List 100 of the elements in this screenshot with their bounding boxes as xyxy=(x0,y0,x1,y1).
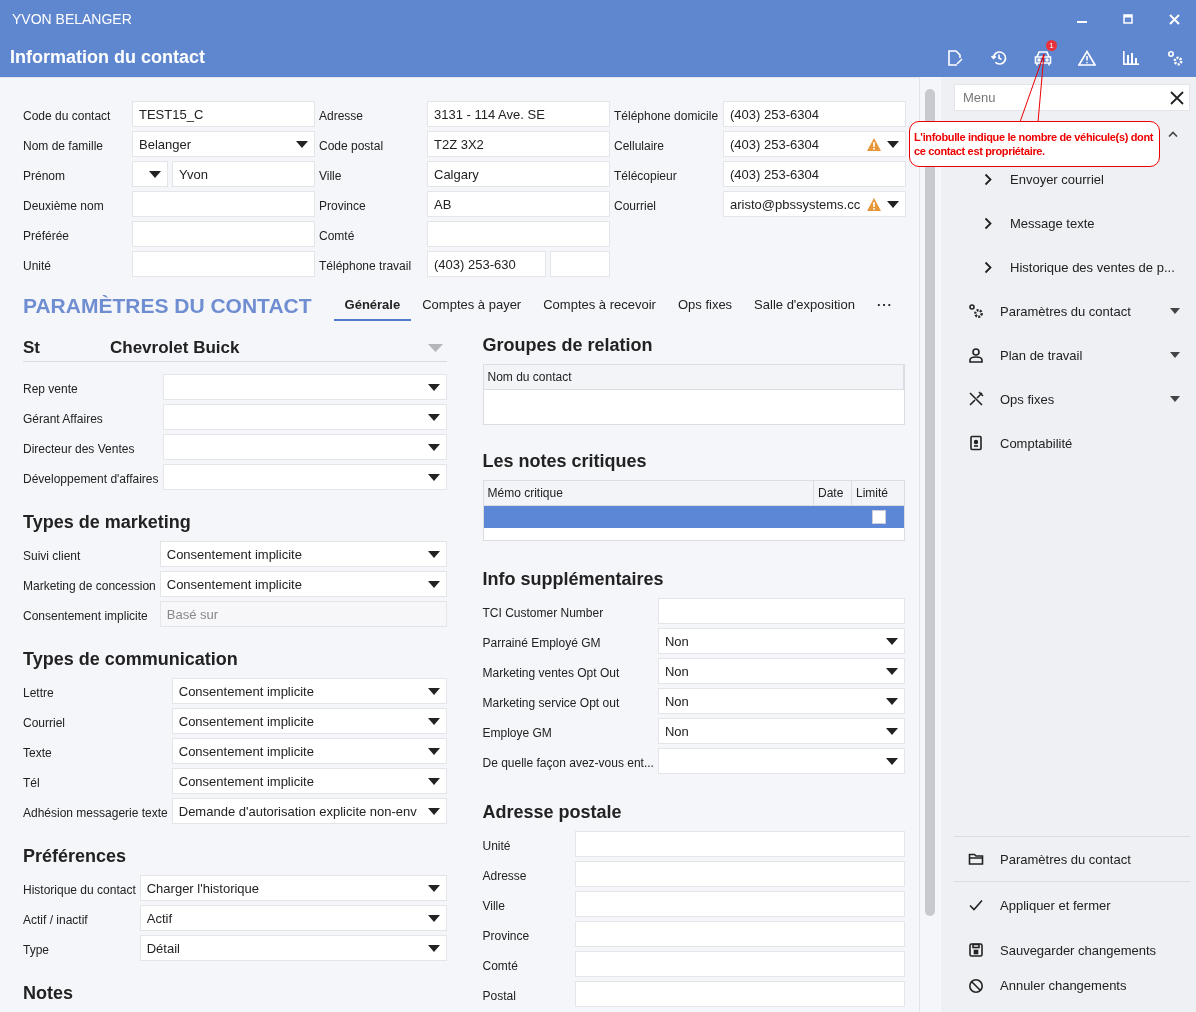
text-field[interactable] xyxy=(574,921,905,947)
checkbox[interactable] xyxy=(872,510,886,524)
menu-item[interactable]: Comptabilité xyxy=(1000,435,1073,451)
menu-item[interactable]: Historique des ventes de p... xyxy=(1010,259,1175,275)
text-field[interactable]: (403) 253-630 xyxy=(427,251,546,277)
dropdown[interactable]: (403) 253-6304 xyxy=(723,131,906,157)
text-field[interactable] xyxy=(574,891,905,917)
dropdown[interactable]: Belanger xyxy=(132,131,315,157)
text-field[interactable]: Basé sur xyxy=(159,601,447,627)
field-label: Deuxième nom xyxy=(23,198,105,215)
caret-icon xyxy=(887,200,899,208)
bar-chart-icon[interactable] xyxy=(1122,49,1140,66)
caret-icon xyxy=(427,687,440,695)
gears-icon xyxy=(968,303,984,319)
caret-icon xyxy=(296,140,308,148)
caret-icon xyxy=(149,170,161,178)
text-field[interactable] xyxy=(427,221,610,247)
text-field[interactable] xyxy=(132,251,315,277)
field-label: Consentement implicite xyxy=(23,608,149,625)
action-button[interactable]: Appliquer et fermer xyxy=(1000,897,1111,913)
text-field[interactable]: Calgary xyxy=(427,161,610,187)
title-dropdown[interactable] xyxy=(132,161,168,187)
car-icon[interactable] xyxy=(1034,49,1052,66)
extension-field[interactable] xyxy=(550,251,610,277)
field-label: Prénom xyxy=(23,168,67,185)
text-field[interactable] xyxy=(132,191,315,217)
edit-document-icon[interactable] xyxy=(946,48,964,67)
text-field[interactable]: AB xyxy=(427,191,610,217)
close-icon[interactable] xyxy=(1170,90,1184,105)
dropdown[interactable] xyxy=(162,434,447,460)
dropdown[interactable]: Consentement implicite xyxy=(159,571,447,597)
warning-icon[interactable] xyxy=(1078,49,1096,66)
text-field[interactable] xyxy=(657,598,905,624)
dropdown[interactable]: Consentement implicite xyxy=(171,768,447,794)
dropdown[interactable]: Actif xyxy=(139,905,447,931)
text-field[interactable] xyxy=(132,221,315,247)
expand-caret-icon[interactable] xyxy=(1170,352,1180,358)
tab[interactable]: Salle d'exposition xyxy=(743,291,866,321)
caret-icon xyxy=(427,717,440,725)
dropdown[interactable]: Consentement implicite xyxy=(171,678,447,704)
maximize-icon[interactable] xyxy=(1123,14,1133,24)
dropdown[interactable]: Non xyxy=(657,658,905,684)
dropdown[interactable] xyxy=(162,404,447,430)
field-label: Adresse xyxy=(482,868,528,885)
text-field[interactable]: Yvon xyxy=(172,161,315,187)
dropdown[interactable] xyxy=(162,374,447,400)
caret-icon xyxy=(427,580,440,588)
tab[interactable]: Générale xyxy=(333,291,412,321)
dropdown[interactable]: Détail xyxy=(139,935,447,961)
action-button[interactable]: Annuler changements xyxy=(1000,978,1127,993)
menu-item[interactable]: Paramètres du contact xyxy=(1000,303,1131,319)
collapse-caret-icon[interactable] xyxy=(1168,131,1178,137)
menu-item[interactable]: Envoyer courriel xyxy=(1010,171,1104,187)
menu-item[interactable]: Ops fixes xyxy=(1000,391,1055,407)
more-button[interactable]: ··· xyxy=(865,291,904,321)
dropdown[interactable]: Consentement implicite xyxy=(171,738,447,764)
dropdown[interactable] xyxy=(657,748,905,774)
text-field[interactable] xyxy=(574,831,905,857)
text-field[interactable]: (403) 253-6304 xyxy=(723,101,906,127)
tab[interactable]: Ops fixes xyxy=(666,291,744,321)
page-title: Information du contact xyxy=(10,47,205,68)
tab[interactable]: Comptes à payer xyxy=(411,291,533,321)
text-field[interactable] xyxy=(574,861,905,887)
history-icon[interactable] xyxy=(990,48,1008,67)
tab[interactable]: Comptes à recevoir xyxy=(532,291,667,321)
expand-caret-icon[interactable] xyxy=(1170,396,1180,402)
caret-icon[interactable] xyxy=(427,344,443,352)
caret-icon xyxy=(427,777,440,785)
column-header[interactable]: Nom du contact xyxy=(483,365,904,389)
text-field[interactable]: 3131 - 114 Ave. SE xyxy=(427,101,610,127)
dropdown[interactable]: Demande d'autorisation explicite non-env xyxy=(171,798,447,824)
action-button[interactable]: Sauvegarder changements xyxy=(1000,942,1157,958)
dropdown[interactable]: Charger l'historique xyxy=(139,875,447,901)
dropdown[interactable]: aristo@pbssystems.cc xyxy=(723,191,906,217)
text-field[interactable]: TEST15_C xyxy=(132,101,315,127)
column-header[interactable]: Limité xyxy=(852,481,904,505)
expand-caret-icon[interactable] xyxy=(1170,308,1180,314)
warning-icon xyxy=(867,137,881,151)
action-button[interactable]: Paramètres du contact xyxy=(1000,851,1131,867)
text-field[interactable] xyxy=(574,981,905,1007)
dropdown[interactable]: Non xyxy=(657,688,905,714)
dropdown[interactable]: Non xyxy=(657,718,905,744)
table-row[interactable] xyxy=(483,506,904,528)
dropdown[interactable]: Consentement implicite xyxy=(159,541,447,567)
text-field[interactable]: (403) 253-6304 xyxy=(723,161,906,187)
field-label: Cellulaire xyxy=(614,138,666,155)
menu-item[interactable]: Plan de travail xyxy=(1000,347,1083,363)
field-label: Comté xyxy=(482,958,519,975)
menu-search-field[interactable]: Menu xyxy=(954,84,1190,111)
dropdown[interactable]: Non xyxy=(657,628,905,654)
menu-item[interactable]: Message texte xyxy=(1010,215,1095,231)
dropdown[interactable]: Consentement implicite xyxy=(171,708,447,734)
section-heading: Groupes de relation xyxy=(482,335,654,356)
settings-icon[interactable] xyxy=(1166,48,1184,67)
column-header[interactable]: Mémo critique xyxy=(483,481,814,505)
dropdown[interactable] xyxy=(162,464,447,490)
text-field[interactable] xyxy=(574,951,905,977)
field-label: Parrainé Employé GM xyxy=(482,635,602,652)
text-field[interactable]: T2Z 3X2 xyxy=(427,131,610,157)
column-header[interactable]: Date xyxy=(814,481,852,505)
